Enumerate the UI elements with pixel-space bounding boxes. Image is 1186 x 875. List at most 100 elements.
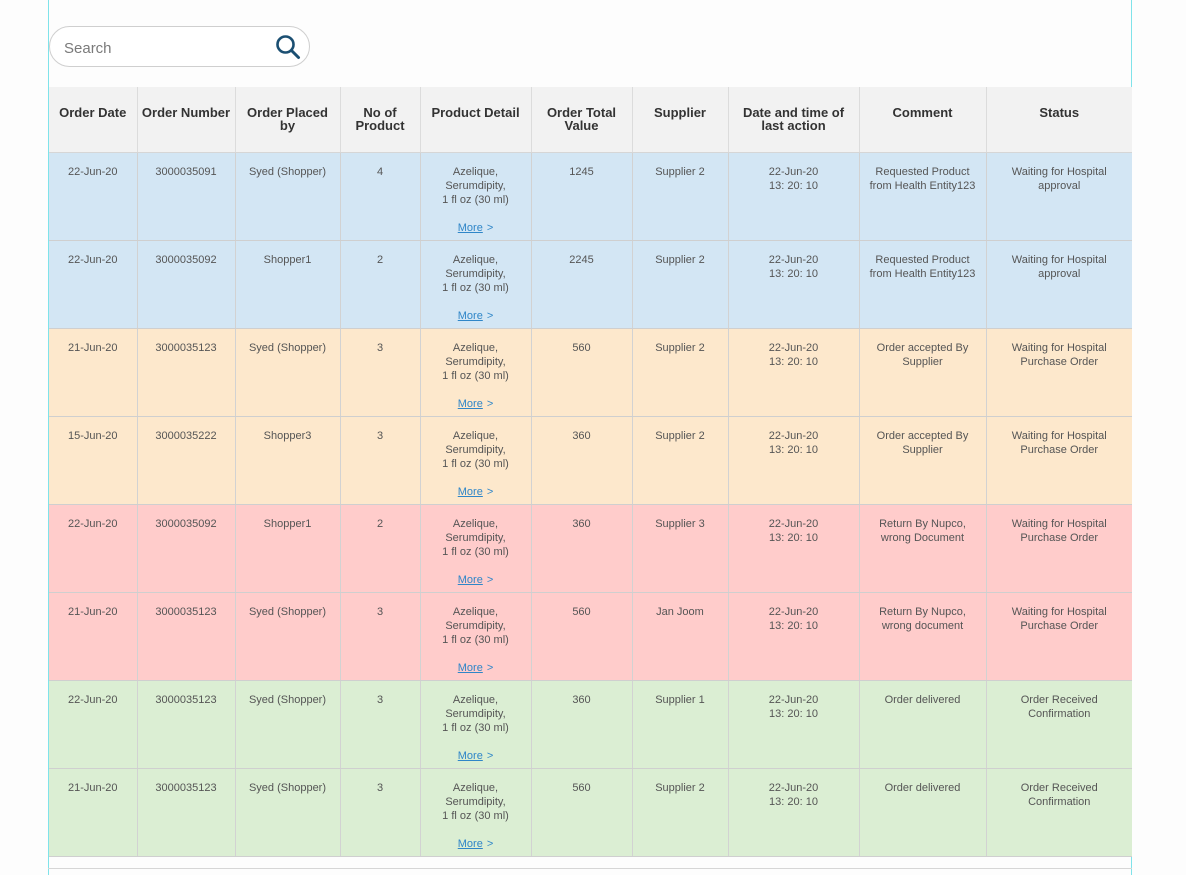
order-number-cell: 3000035092 xyxy=(137,240,236,329)
placed-by-cell: Shopper3 xyxy=(235,416,341,505)
placed-by-cell: Syed (Shopper) xyxy=(235,592,341,681)
status-cell: Waiting for Hospital Purchase Order xyxy=(986,416,1132,505)
chevron-right-icon[interactable]: > xyxy=(487,486,493,498)
placed-by-cell: Shopper1 xyxy=(235,504,341,593)
table-row[interactable]: 22-Jun-20 3000035092 Shopper1 2 Azelique, Ser… xyxy=(49,240,1132,329)
last-action-cell: 22-Jun-20 13: 20: 10 xyxy=(728,680,860,769)
chevron-right-icon[interactable]: > xyxy=(487,662,493,674)
order-number-cell: 3000035222 xyxy=(137,416,236,505)
more-link[interactable]: More xyxy=(458,837,483,851)
more-link[interactable]: More xyxy=(458,221,483,235)
more-link[interactable]: More xyxy=(458,661,483,675)
order-date-cell: 21-Jun-20 xyxy=(49,328,138,417)
order-total-cell: 560 xyxy=(531,592,633,681)
product-count-cell: 3 xyxy=(340,592,421,681)
more-link[interactable]: More xyxy=(458,397,483,411)
chevron-right-icon[interactable]: > xyxy=(487,750,493,762)
order-date-cell: 22-Jun-20 xyxy=(49,504,138,593)
chevron-right-icon[interactable]: > xyxy=(487,838,493,850)
order-date-cell: 22-Jun-20 xyxy=(49,240,138,329)
comment-cell: Requested Product from Health Entity123 xyxy=(859,152,987,241)
more-link[interactable]: More xyxy=(458,309,483,323)
product-detail-line: Azelique, xyxy=(452,781,499,794)
product-count-cell: 2 xyxy=(340,504,421,593)
status-cell: Waiting for Hospital Purchase Order xyxy=(986,592,1132,681)
chevron-right-icon[interactable]: > xyxy=(487,398,493,410)
chevron-right-icon[interactable]: > xyxy=(487,222,493,234)
chevron-right-icon[interactable]: > xyxy=(487,574,493,586)
column-header[interactable]: Date and time of last action xyxy=(728,87,860,153)
column-header[interactable]: Supplier xyxy=(632,87,729,153)
column-header[interactable]: Order Total Value xyxy=(531,87,633,153)
column-header[interactable]: Comment xyxy=(859,87,987,153)
product-detail-cell: Azelique, Serumdipity, 1 fl oz (30 ml) More… xyxy=(420,416,532,505)
supplier-cell: Supplier 2 xyxy=(632,328,729,417)
last-action-date: 22-Jun-20 xyxy=(768,341,819,354)
table-row[interactable]: 21-Jun-20 3000035123 Syed (Shopper) 3 Azeliq… xyxy=(49,592,1132,681)
comment-cell: Order delivered xyxy=(859,768,987,857)
status-cell: Waiting for Hospital approval xyxy=(986,240,1132,329)
product-detail-line: Azelique, xyxy=(452,517,499,530)
table-row[interactable]: 21-Jun-20 3000035123 Syed (Shopper) 3 Azeliq… xyxy=(49,768,1132,857)
order-total-cell: 360 xyxy=(531,680,633,769)
product-detail-line: Serumdipity, xyxy=(445,355,506,368)
product-detail-line: 1 fl oz (30 ml) xyxy=(442,633,509,646)
table-row[interactable]: 21-Jun-20 3000035123 Syed (Shopper) 3 Azeliq… xyxy=(49,328,1132,417)
comment-cell: Return By Nupco, wrong Document xyxy=(859,504,987,593)
product-detail-line: Azelique, xyxy=(452,693,499,706)
status-cell: Waiting for Hospital Purchase Order xyxy=(986,504,1132,593)
column-header[interactable]: Status xyxy=(986,87,1132,153)
column-header[interactable]: Order Placed by xyxy=(235,87,341,153)
last-action-cell: 22-Jun-20 13: 20: 10 xyxy=(728,416,860,505)
product-count-cell: 3 xyxy=(340,416,421,505)
order-total-cell: 2245 xyxy=(531,240,633,329)
product-detail-line: Azelique, xyxy=(452,165,499,178)
product-detail-line: 1 fl oz (30 ml) xyxy=(442,545,509,558)
table-row[interactable]: 15-Jun-20 3000035222 Shopper3 3 Azelique, Ser… xyxy=(49,416,1132,505)
search-input[interactable] xyxy=(62,35,266,61)
last-action-date: 22-Jun-20 xyxy=(768,253,819,266)
search-icon[interactable] xyxy=(275,34,301,60)
product-detail-line: 1 fl oz (30 ml) xyxy=(442,369,509,382)
status-cell: Order Received Confirmation xyxy=(986,768,1132,857)
product-detail-line: 1 fl oz (30 ml) xyxy=(442,193,509,206)
last-action-time: 13: 20: 10 xyxy=(769,795,818,808)
table-row[interactable]: 22-Jun-20 3000035123 Syed (Shopper) 3 Azeliq… xyxy=(49,680,1132,769)
order-number-cell: 3000035123 xyxy=(137,328,236,417)
last-action-date: 22-Jun-20 xyxy=(768,517,819,530)
last-action-time: 13: 20: 10 xyxy=(769,707,818,720)
order-total-cell: 1245 xyxy=(531,152,633,241)
order-number-cell: 3000035091 xyxy=(137,152,236,241)
last-action-time: 13: 20: 10 xyxy=(769,179,818,192)
product-detail-cell: Azelique, Serumdipity, 1 fl oz (30 ml) More… xyxy=(420,768,532,857)
product-detail-cell: Azelique, Serumdipity, 1 fl oz (30 ml) More… xyxy=(420,240,532,329)
comment-cell: Requested Product from Health Entity123 xyxy=(859,240,987,329)
order-date-cell: 22-Jun-20 xyxy=(49,680,138,769)
product-detail-line: Serumdipity, xyxy=(445,707,506,720)
product-detail-cell: Azelique, Serumdipity, 1 fl oz (30 ml) More… xyxy=(420,504,532,593)
order-total-cell: 560 xyxy=(531,768,633,857)
more-link[interactable]: More xyxy=(458,749,483,763)
last-action-date: 22-Jun-20 xyxy=(768,693,819,706)
last-action-date: 22-Jun-20 xyxy=(768,781,819,794)
supplier-cell: Supplier 3 xyxy=(632,504,729,593)
placed-by-cell: Syed (Shopper) xyxy=(235,328,341,417)
column-header[interactable]: Product Detail xyxy=(420,87,532,153)
product-detail-cell: Azelique, Serumdipity, 1 fl oz (30 ml) More… xyxy=(420,592,532,681)
more-link[interactable]: More xyxy=(458,573,483,587)
last-action-cell: 22-Jun-20 13: 20: 10 xyxy=(728,240,860,329)
column-header[interactable]: Order Date xyxy=(49,87,138,153)
table-row[interactable]: 22-Jun-20 3000035092 Shopper1 2 Azelique, Ser… xyxy=(49,504,1132,593)
placed-by-cell: Syed (Shopper) xyxy=(235,680,341,769)
table-row[interactable]: 22-Jun-20 3000035091 Syed (Shopper) 4 Azeliq… xyxy=(49,152,1132,241)
supplier-cell: Supplier 2 xyxy=(632,768,729,857)
more-link[interactable]: More xyxy=(458,485,483,499)
supplier-cell: Supplier 2 xyxy=(632,240,729,329)
column-header[interactable]: Order Number xyxy=(137,87,236,153)
column-header[interactable]: No of Product xyxy=(340,87,421,153)
search-box[interactable] xyxy=(49,26,310,67)
chevron-right-icon[interactable]: > xyxy=(487,310,493,322)
supplier-cell: Jan Joom xyxy=(632,592,729,681)
last-action-time: 13: 20: 10 xyxy=(769,355,818,368)
product-count-cell: 4 xyxy=(340,152,421,241)
